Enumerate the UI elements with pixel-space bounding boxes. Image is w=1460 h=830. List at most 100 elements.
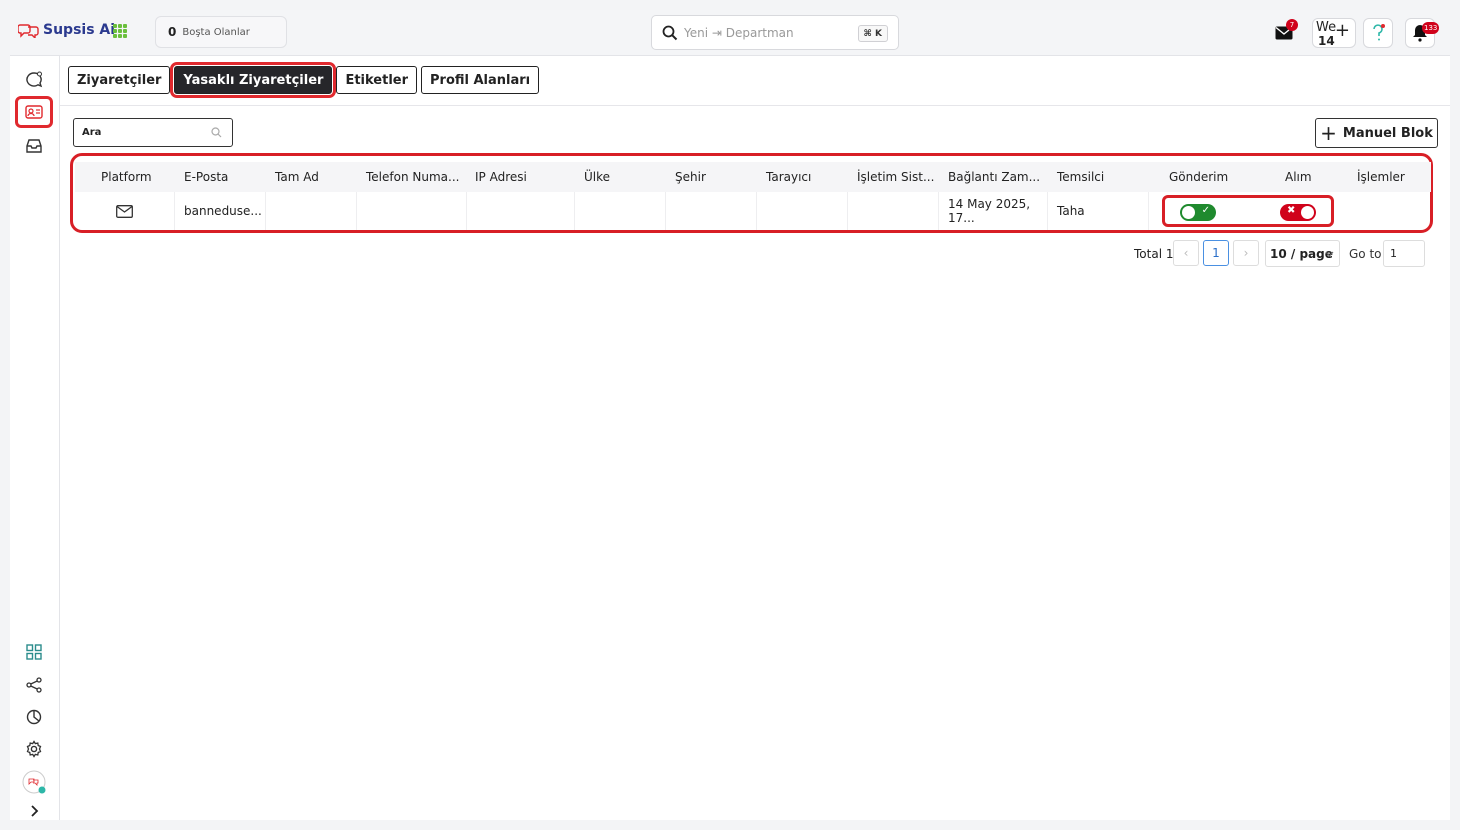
banned-visitors-table: Platform E-Posta Tam Ad Telefon Numa... … (70, 153, 1433, 233)
question-icon (1373, 24, 1385, 41)
sidebar-item-reports[interactable] (22, 705, 46, 729)
sidebar-item-integrations[interactable] (22, 673, 46, 697)
idle-label: Boşta Olanlar (182, 26, 250, 38)
column-header-country[interactable]: Ülke (584, 162, 610, 192)
logo-icon (18, 24, 39, 38)
apps-grid-icon[interactable] (113, 24, 127, 38)
sidebar-expand-button[interactable] (22, 799, 46, 823)
avatar (22, 770, 46, 794)
chat-icon (26, 71, 43, 88)
idle-count: 0 (168, 25, 177, 39)
app-frame: Supsis Ai 0 Boşta Olanlar Yeni ⇥ Departm… (10, 10, 1450, 820)
column-header-actions[interactable]: İşlemler (1357, 162, 1405, 192)
cell-connection-time: 14 May 2025, 17... (939, 192, 1048, 230)
total-label: Total 1 (1134, 246, 1174, 261)
toggle-group-highlight: ✓ ✖ (1162, 195, 1334, 227)
chevron-right-icon (31, 805, 39, 817)
cell-actions (1348, 192, 1431, 230)
search-shortcut: ⌘ K (857, 25, 888, 42)
column-header-phone[interactable]: Telefon Numa... (366, 162, 459, 192)
search-placeholder: Yeni ⇥ Departman (684, 25, 794, 40)
app-logo[interactable]: Supsis Ai (18, 22, 115, 38)
top-bar: Supsis Ai 0 Boşta Olanlar Yeni ⇥ Departm… (10, 10, 1450, 56)
pagination-total: Total 1 (1134, 240, 1173, 267)
goto-label: Go to (1349, 246, 1382, 261)
sidebar (10, 56, 60, 820)
tab-visitors[interactable]: Ziyaretçiler (68, 66, 171, 94)
column-header-receive[interactable]: Alım (1285, 162, 1312, 192)
page-size-select[interactable]: 10 / page (1265, 240, 1340, 267)
goto-page-input[interactable]: 1 (1383, 240, 1425, 267)
table-search-box[interactable] (73, 118, 233, 147)
we-label: We (1316, 20, 1337, 35)
column-header-send[interactable]: Gönderim (1169, 162, 1228, 192)
cell-browser (757, 192, 848, 230)
cell-phone (357, 192, 467, 230)
search-icon (662, 25, 678, 40)
cell-country (575, 192, 666, 230)
sidebar-user-avatar[interactable] (22, 770, 46, 794)
next-page-button[interactable]: › (1233, 240, 1259, 266)
cell-email: banneduse... (175, 192, 266, 230)
chevron-right-icon: › (1243, 246, 1249, 260)
cell-platform (75, 192, 175, 230)
column-header-platform[interactable]: Platform (101, 162, 152, 192)
chevron-left-icon: ‹ (1183, 246, 1189, 260)
mail-badge: 7 (1286, 19, 1298, 31)
page-size-value: 10 / page (1270, 246, 1333, 261)
send-toggle[interactable]: ✓ (1180, 204, 1216, 221)
column-header-ip[interactable]: IP Adresi (475, 162, 527, 192)
pie-chart-icon (26, 709, 42, 725)
cross-icon: ✖ (1287, 205, 1296, 216)
plus-icon: + (1334, 20, 1350, 41)
table-header: Platform E-Posta Tam Ad Telefon Numa... … (75, 162, 1431, 192)
column-header-agent[interactable]: Temsilci (1057, 162, 1104, 192)
column-header-os[interactable]: İşletim Sist... (857, 162, 934, 192)
gear-icon (26, 740, 42, 758)
inbox-icon (26, 139, 42, 153)
column-header-browser[interactable]: Tarayıcı (766, 162, 811, 192)
plus-icon: + (1320, 121, 1337, 145)
sidebar-item-inbox[interactable] (22, 134, 46, 158)
check-icon: ✓ (1201, 205, 1210, 216)
help-button[interactable] (1363, 18, 1393, 48)
sidebar-item-settings[interactable] (22, 737, 46, 761)
manual-block-button[interactable]: + Manuel Blok (1315, 118, 1438, 148)
receive-toggle[interactable]: ✖ (1280, 204, 1316, 221)
share-icon (26, 677, 42, 693)
dashboard-grid-icon (26, 644, 42, 660)
cell-os (848, 192, 939, 230)
app-name: Supsis Ai (43, 22, 116, 38)
mail-button[interactable]: 7 (1269, 18, 1299, 48)
cell-full-name (266, 192, 357, 230)
tab-bar: Ziyaretçiler Yasaklı Ziyaretçiler Etiket… (68, 62, 540, 98)
cell-city (666, 192, 757, 230)
notification-badge: 133 (1422, 22, 1440, 34)
search-icon (211, 127, 222, 138)
notifications-button[interactable]: 133 (1405, 18, 1440, 48)
we-count: 14 (1318, 34, 1335, 48)
sidebar-item-visitors[interactable] (22, 100, 46, 124)
goto-label-wrap: Go to (1349, 240, 1382, 267)
sidebar-item-dashboard[interactable] (22, 640, 46, 664)
divider (60, 105, 1450, 106)
tab-tags[interactable]: Etiketler (336, 66, 417, 94)
contact-card-icon (25, 105, 43, 119)
column-header-connection-time[interactable]: Bağlantı Zam... (948, 162, 1040, 192)
manual-block-label: Manuel Blok (1342, 125, 1433, 141)
column-header-email[interactable]: E-Posta (184, 162, 228, 192)
global-search-input[interactable]: Yeni ⇥ Departman ⌘ K (651, 15, 899, 50)
prev-page-button[interactable]: ‹ (1173, 240, 1199, 266)
tab-banned-visitors[interactable]: Yasaklı Ziyaretçiler (170, 62, 337, 98)
column-header-full-name[interactable]: Tam Ad (275, 162, 319, 192)
table-search-input[interactable] (82, 127, 202, 138)
we-button[interactable]: We 14 + (1312, 18, 1356, 48)
column-header-city[interactable]: Şehir (675, 162, 706, 192)
sidebar-item-chats[interactable] (22, 68, 46, 92)
table-row: banneduse... 14 May 2025, 17... Taha ✓ ✖ (75, 192, 1431, 230)
page-button-current[interactable]: 1 (1203, 240, 1229, 266)
cell-ip (467, 192, 575, 230)
idle-agents-box[interactable]: 0 Boşta Olanlar (155, 16, 287, 48)
chevron-down-icon (1325, 251, 1334, 257)
tab-profile-fields[interactable]: Profil Alanları (421, 66, 540, 94)
